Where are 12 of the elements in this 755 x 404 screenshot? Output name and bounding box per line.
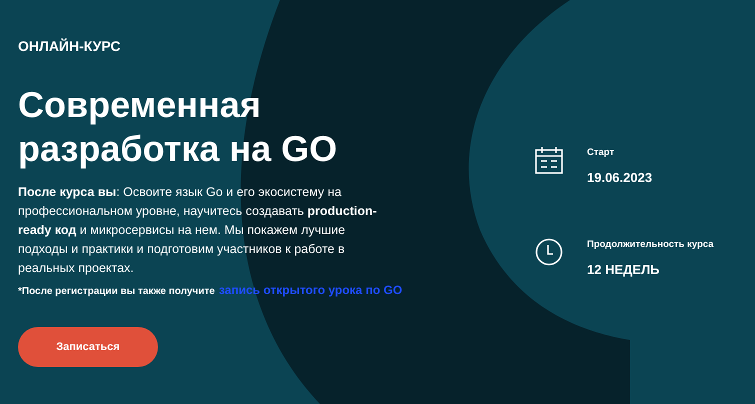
course-title: Современная разработка на GO [18,83,338,171]
open-lesson-link[interactable]: запись открытого урока по GO [218,281,402,299]
registration-note: *После регистрации вы также получите [18,285,215,299]
fact-value: 12 НЕДЕЛЬ [587,261,661,279]
course-type-label: ОНЛАЙН-КУРС [18,37,122,56]
signup-button[interactable]: Записаться [18,327,158,367]
fact-label: Продолжительность курса [587,238,714,252]
course-description: После курса вы: Освоите язык Go и его экосистему на профессиональном уровне, научитесь создавать production-ready код и микросервисы на нем. Мы покажем лучшие подходы и практики и подготовим участников к работе в реальных проектах. [18,184,378,277]
fact-label: Старт [587,146,616,160]
calendar-icon [535,146,563,174]
clock-icon [535,238,563,266]
fact-value: 19.06.2023 [587,169,652,188]
